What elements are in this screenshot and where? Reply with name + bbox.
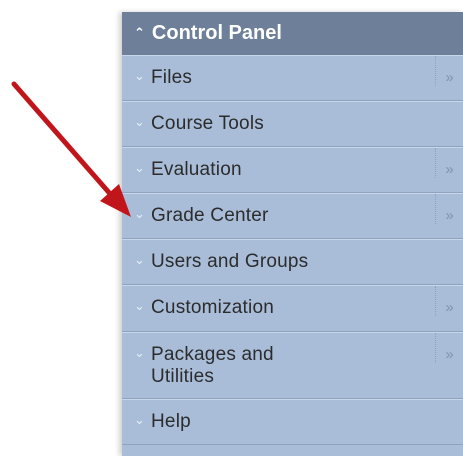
menu-item-label: Help [151, 411, 191, 432]
menu-item-grade-center[interactable]: ⌄ Grade Center » [122, 193, 463, 239]
menu-item-label: Users and Groups [151, 251, 309, 272]
menu-item-packages-and-utilities[interactable]: ⌄ Packages and Utilities » [122, 332, 463, 399]
double-chevron-down-icon: ⌄ [134, 160, 145, 175]
menu-item-customization[interactable]: ⌄ Customization » [122, 285, 463, 332]
menu-item-help[interactable]: ⌄ Help [122, 399, 463, 445]
menu-item-evaluation[interactable]: ⌄ Evaluation » [122, 147, 463, 193]
expand-arrow-icon[interactable]: » [435, 286, 463, 316]
menu-item-label: Files [151, 67, 193, 88]
menu-item-label: Course Tools [151, 113, 264, 134]
control-panel-title: Control Panel [151, 22, 282, 44]
control-panel: ⌃ Control Panel ⌄ Files » ⌄ Course Tools… [122, 12, 463, 456]
expand-arrow-icon[interactable]: » [435, 333, 463, 363]
double-chevron-up-icon: ⌃ [134, 24, 145, 40]
expand-arrow-icon[interactable]: » [435, 56, 463, 86]
menu-item-label: Customization [151, 297, 274, 318]
expand-arrow-icon[interactable]: » [435, 194, 463, 224]
menu-item-users-and-groups[interactable]: ⌄ Users and Groups [122, 239, 463, 285]
double-chevron-down-icon: ⌄ [134, 206, 145, 221]
double-chevron-down-icon: ⌄ [134, 345, 145, 360]
double-chevron-down-icon: ⌄ [134, 298, 145, 313]
menu-item-files[interactable]: ⌄ Files » [122, 55, 463, 101]
double-chevron-down-icon: ⌄ [134, 412, 145, 427]
double-chevron-down-icon: ⌄ [134, 114, 145, 129]
menu-item-label: Grade Center [151, 205, 269, 226]
menu-item-label: Evaluation [151, 159, 242, 180]
control-panel-header[interactable]: ⌃ Control Panel [122, 12, 463, 55]
double-chevron-down-icon: ⌄ [134, 68, 145, 83]
menu-item-course-tools[interactable]: ⌄ Course Tools [122, 101, 463, 147]
double-chevron-down-icon: ⌄ [134, 252, 145, 267]
menu-item-label: Packages and Utilities [151, 344, 274, 387]
expand-arrow-icon[interactable]: » [435, 148, 463, 178]
